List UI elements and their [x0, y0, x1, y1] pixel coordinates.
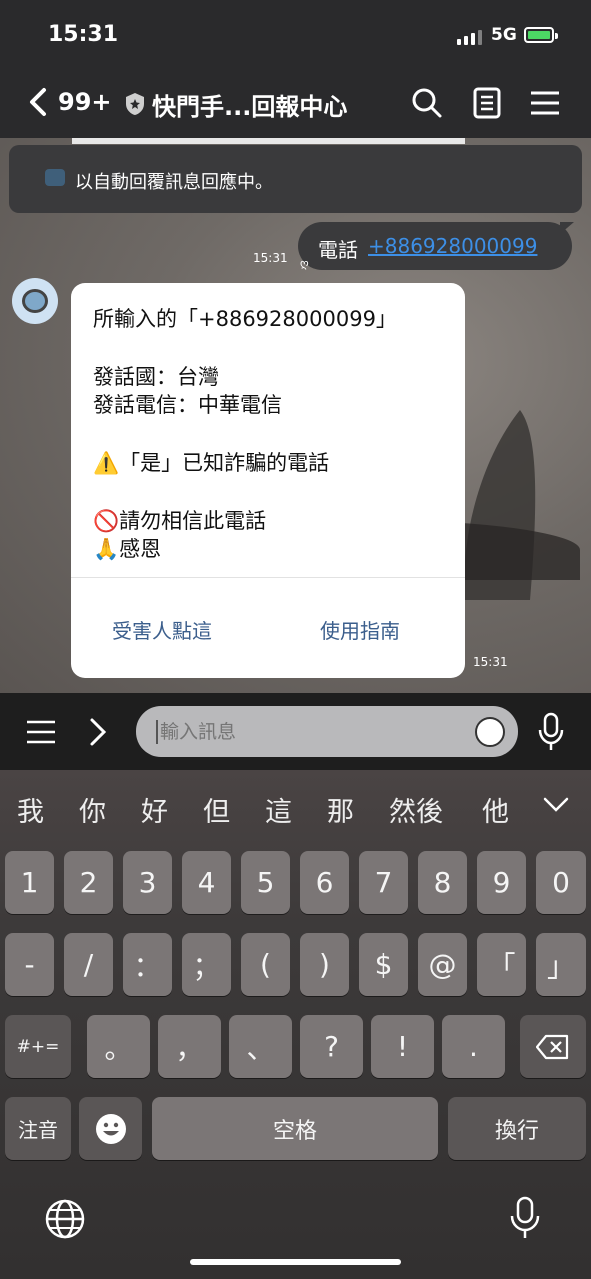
key[interactable]: 5: [241, 851, 290, 914]
notes-icon[interactable]: [470, 86, 504, 120]
zhuyin-key[interactable]: 注音: [5, 1097, 71, 1160]
key[interactable]: (: [241, 933, 290, 996]
back-chevron-icon[interactable]: [26, 84, 50, 120]
message-line: 所輸入的「+886928000099」: [93, 307, 397, 331]
key[interactable]: ；: [182, 933, 231, 996]
message-line: 發話國：台灣: [93, 365, 219, 389]
message-input[interactable]: [136, 706, 518, 757]
outgoing-timestamp: 15:31: [253, 251, 288, 265]
bubble-divider: [71, 577, 465, 578]
signal-icon: [457, 30, 482, 45]
key[interactable]: ，: [158, 1015, 221, 1078]
back-unread-count[interactable]: 99+: [58, 88, 112, 116]
backspace-key[interactable]: [520, 1015, 586, 1078]
suggestion[interactable]: 但: [203, 790, 230, 829]
read-receipt-icon: ღ: [300, 257, 309, 270]
emoji-key[interactable]: [79, 1097, 142, 1160]
key[interactable]: 3: [123, 851, 172, 914]
search-icon[interactable]: [410, 86, 444, 120]
key[interactable]: !: [371, 1015, 434, 1078]
auto-reply-banner: 以自動回覆訊息回應中。: [9, 145, 582, 213]
expand-chevron-icon[interactable]: [88, 716, 108, 748]
dictation-microphone-icon[interactable]: [510, 1196, 540, 1240]
key[interactable]: 0: [536, 851, 586, 914]
outgoing-message-label: 電話: [318, 238, 358, 262]
menu-icon[interactable]: [26, 718, 56, 746]
key[interactable]: 2: [64, 851, 113, 914]
message-line: 🙏感恩: [93, 537, 162, 561]
chevron-down-icon[interactable]: [542, 796, 570, 814]
sticker-icon[interactable]: [475, 717, 505, 747]
globe-icon[interactable]: [44, 1198, 86, 1240]
outgoing-message[interactable]: 電話 +886928000099: [298, 222, 572, 270]
key[interactable]: ?: [300, 1015, 363, 1078]
auto-reply-text: 以自動回覆訊息回應中。: [75, 172, 273, 193]
menu-icon[interactable]: [528, 86, 562, 120]
key[interactable]: 4: [182, 851, 231, 914]
key[interactable]: 、: [229, 1015, 292, 1078]
key[interactable]: 」: [536, 933, 586, 996]
shield-icon: [126, 93, 144, 115]
home-indicator[interactable]: [190, 1259, 401, 1265]
suggestion[interactable]: 這: [265, 790, 292, 829]
suggestion[interactable]: 好: [141, 790, 168, 829]
phone-link[interactable]: +886928000099: [368, 234, 537, 258]
key[interactable]: -: [5, 933, 54, 996]
previous-message-edge: [72, 138, 465, 144]
suggestion[interactable]: 然後: [389, 790, 443, 829]
key[interactable]: 。: [87, 1015, 150, 1078]
space-key[interactable]: 空格: [152, 1097, 438, 1160]
victim-action-button[interactable]: 受害人點這: [112, 615, 212, 644]
backspace-icon: [536, 1034, 569, 1059]
incoming-message: 所輸入的「+886928000099」 發話國：台灣 發話電信：中華電信 ⚠️「…: [71, 283, 465, 678]
key[interactable]: 8: [418, 851, 467, 914]
key[interactable]: @: [418, 933, 467, 996]
key[interactable]: ：: [123, 933, 172, 996]
key[interactable]: ): [300, 933, 349, 996]
incoming-timestamp: 15:31: [473, 655, 508, 669]
bot-avatar[interactable]: [12, 278, 58, 324]
suggestion[interactable]: 你: [79, 790, 106, 829]
key[interactable]: 6: [300, 851, 349, 914]
key[interactable]: 1: [5, 851, 54, 914]
message-line: 發話電信：中華電信: [93, 393, 282, 417]
key[interactable]: 「: [477, 933, 526, 996]
emoji-icon: [95, 1113, 126, 1144]
chat-bubble-icon: [45, 169, 65, 186]
message-line: ⚠️「是」已知詐騙的電話: [93, 451, 330, 475]
microphone-icon[interactable]: [538, 712, 564, 752]
key[interactable]: /: [64, 933, 113, 996]
message-line: 🚫請勿相信此電話: [93, 509, 267, 533]
text-cursor: [156, 720, 158, 744]
chat-title[interactable]: 快門手...回報中心: [152, 87, 347, 122]
suggestion[interactable]: 我: [17, 790, 44, 829]
suggestion[interactable]: 他: [482, 790, 509, 829]
suggestion[interactable]: 那: [327, 790, 354, 829]
battery-icon: [524, 27, 558, 43]
symbols-key[interactable]: #+=: [5, 1015, 71, 1078]
guide-action-button[interactable]: 使用指南: [320, 615, 400, 644]
key[interactable]: 7: [359, 851, 408, 914]
key[interactable]: .: [442, 1015, 505, 1078]
return-key[interactable]: 換行: [448, 1097, 586, 1160]
status-time: 15:31: [48, 22, 119, 47]
key[interactable]: 9: [477, 851, 526, 914]
key[interactable]: $: [359, 933, 408, 996]
network-label: 5G: [491, 25, 517, 45]
